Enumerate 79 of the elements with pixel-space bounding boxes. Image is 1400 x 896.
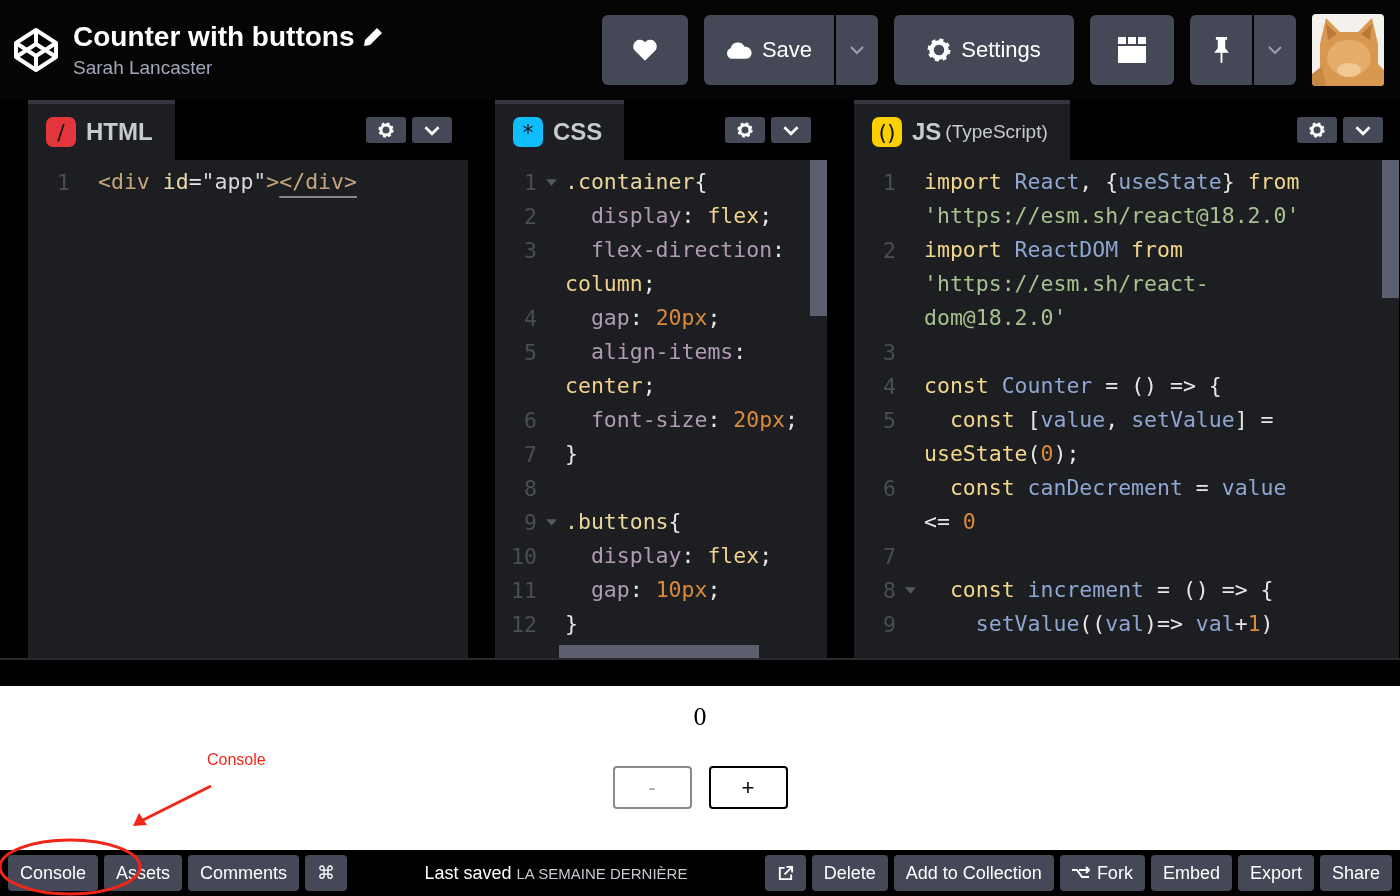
footer-button[interactable]: Console <box>8 855 99 891</box>
fork-icon <box>1071 866 1090 880</box>
annotation-label: Console <box>207 751 266 769</box>
language-badge: * <box>513 117 543 147</box>
code-line: const [value, setValue] = <box>948 406 1275 434</box>
editor-tab[interactable]: / HTML <box>28 100 175 160</box>
footer-button[interactable]: Delete <box>811 855 888 891</box>
code-line: display: flex; <box>589 542 774 570</box>
code-line: flex-direction: <box>589 236 787 264</box>
language-badge: / <box>46 117 76 147</box>
like-button[interactable] <box>602 15 688 85</box>
language-badge: () <box>872 117 902 147</box>
code-line: const canDecrement = value <box>948 474 1288 502</box>
code-line: dom@18.2.0' <box>924 304 1068 332</box>
code-line: 'https://esm.sh/react@18.2.0' <box>924 202 1301 230</box>
settings-button[interactable]: Settings <box>894 15 1074 85</box>
chevron-icon <box>1354 124 1372 136</box>
code-line: const increment = () => { <box>948 576 1275 604</box>
chevron-icon <box>423 124 441 136</box>
code-line: .buttons{ <box>565 508 683 536</box>
scrollbar-thumb[interactable] <box>810 160 827 316</box>
code-line: 'https://esm.sh/react- <box>924 270 1210 298</box>
chevron-icon <box>782 124 800 136</box>
editor-settings-button[interactable] <box>1297 117 1337 143</box>
code-line: import React, {useState} from <box>924 168 1301 196</box>
code-line: column; <box>565 270 657 298</box>
author-name[interactable]: Sarah Lancaster <box>73 57 383 79</box>
code-line: .container{ <box>565 168 709 196</box>
footer-button[interactable]: Share <box>1319 855 1392 891</box>
code-line: align-items: <box>589 338 748 366</box>
code-line: gap: 10px; <box>589 576 722 604</box>
code-line: } <box>565 610 579 638</box>
code-line: setValue((val)=> val+1) <box>974 610 1275 638</box>
counter-value: 0 <box>693 702 707 732</box>
logo-icon[interactable] <box>12 26 60 74</box>
code-line: import ReactDOM from <box>924 236 1184 264</box>
footer-button[interactable]: Export <box>1237 855 1314 891</box>
code-line: const Counter = () => { <box>924 372 1223 400</box>
footer-button[interactable]: Embed <box>1150 855 1232 891</box>
pin-button[interactable] <box>1190 15 1252 85</box>
code-line: } <box>565 440 579 468</box>
gear-icon <box>737 122 753 138</box>
code-line: center; <box>565 372 657 400</box>
gear-icon <box>927 38 952 62</box>
pencil-icon[interactable] <box>362 27 383 47</box>
code-line: useState(0); <box>924 440 1081 468</box>
editor-settings-button[interactable] <box>725 117 765 143</box>
caret-icon <box>849 45 865 55</box>
footer-button[interactable]: Add to Collection <box>893 855 1054 891</box>
increment-button[interactable]: + <box>708 766 788 809</box>
gear-icon <box>378 122 394 138</box>
code-line: <= 0 <box>924 508 977 536</box>
external-link-icon <box>776 864 794 882</box>
editor-collapse-button[interactable] <box>412 117 452 143</box>
editor-settings-button[interactable] <box>366 117 406 143</box>
scrollbar-thumb[interactable] <box>559 645 759 658</box>
code-line: font-size: 20px; <box>589 406 799 434</box>
code-line: display: flex; <box>589 202 774 230</box>
editor-collapse-button[interactable] <box>1343 117 1383 143</box>
layout-button[interactable] <box>1090 15 1174 85</box>
editor-tab[interactable]: * CSS <box>495 100 625 160</box>
cloud-icon <box>725 41 752 59</box>
heart-icon <box>632 38 658 62</box>
footer-button[interactable]: ⌘ <box>305 855 348 891</box>
code-line: <div id="app"></div> <box>98 168 358 196</box>
scrollbar-thumb[interactable] <box>1382 160 1399 298</box>
save-button[interactable]: Save <box>704 15 834 85</box>
last-saved-text: Last saved LA SEMAINE DERNIÈRE <box>424 862 688 884</box>
footer-button[interactable]: Fork <box>1059 855 1145 891</box>
caret-icon <box>1267 45 1283 55</box>
open-external-button[interactable] <box>764 855 806 891</box>
gear-icon <box>1309 122 1325 138</box>
editor-collapse-button[interactable] <box>771 117 811 143</box>
code-line: gap: 20px; <box>589 304 722 332</box>
footer-button[interactable]: Comments <box>188 855 300 891</box>
layout-icon <box>1118 37 1146 63</box>
pin-icon <box>1212 36 1230 64</box>
pen-title: Counter with buttons <box>73 21 355 53</box>
editor-tab[interactable]: () JS (TypeScript) <box>854 100 1070 160</box>
